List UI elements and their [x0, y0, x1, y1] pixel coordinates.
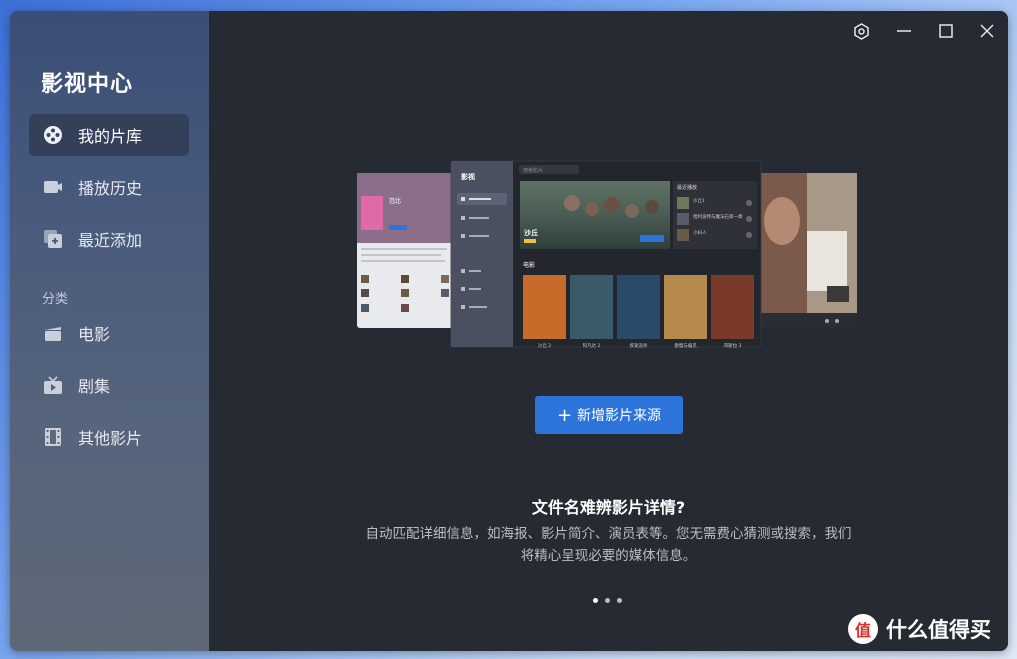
preview-poster-title: 疾速追杀 — [630, 342, 648, 349]
sidebar-item-movies[interactable]: 电影 — [29, 312, 189, 354]
preview-poster-title: 哥斯拉 3 — [724, 342, 742, 349]
plus-icon: + — [556, 404, 573, 426]
add-source-label: 新增影片来源 — [577, 408, 662, 424]
carousel-dot[interactable] — [593, 598, 598, 603]
add-source-button[interactable]: + 新增影片来源 — [535, 396, 683, 434]
close-icon[interactable] — [975, 19, 999, 43]
feature-description: 自动匹配详细信息，如海报、影片简介、演员表等。您无需费心猜测或搜索，我们 将精心… — [349, 523, 868, 567]
preview-recent-item: 沙丘1 — [693, 198, 705, 204]
sidebar-item-label: 电影 — [78, 325, 111, 344]
preview-recent-header: 最近播放 — [677, 184, 697, 191]
film-strip-icon — [42, 426, 64, 448]
minimize-icon[interactable] — [892, 19, 916, 43]
preview-recent-item: 哈利波特与魔法石第一章 — [693, 213, 743, 220]
sidebar-item-label: 最近添加 — [78, 231, 143, 250]
sidebar-item-label: 播放历史 — [78, 179, 143, 198]
carousel-dots — [593, 598, 622, 603]
feature-title: 文件名难辨影片详情? — [531, 498, 686, 517]
sidebar-item-other[interactable]: 其他影片 — [29, 416, 189, 458]
preview-poster-title: 阿凡达 2 — [583, 342, 601, 349]
feature-desc-line: 自动匹配详细信息，如海报、影片简介、演员表等。您无需费心猜测或搜索，我们 — [365, 526, 852, 542]
sidebar-item-label: 我的片库 — [78, 127, 143, 146]
movie-icon — [42, 322, 64, 344]
preview-sidebar-title: 影视 — [461, 172, 475, 181]
maximize-icon[interactable] — [934, 19, 958, 43]
main-content: 芭比 影视 搜索影片 沙丘 最近播放 沙丘1 哈利波特与魔法石第一章 小妇人 电… — [209, 11, 1008, 651]
recently-added-icon — [42, 228, 64, 250]
preview-poster — [523, 275, 566, 339]
settings-icon[interactable] — [849, 19, 873, 43]
preview-recent-item: 小妇人 — [693, 229, 707, 236]
tv-icon — [42, 374, 64, 396]
preview-search: 搜索影片 — [523, 167, 543, 174]
preview-poster — [570, 275, 613, 339]
feature-desc-line: 将精心呈现必要的媒体信息。 — [520, 548, 697, 564]
left-panel-title: 芭比 — [389, 197, 401, 205]
preview-section-movies: 电影 — [523, 261, 535, 269]
category-section-label: 分类 — [42, 292, 69, 307]
app-window: 影视中心 我的片库 播放历史 最近添加 分类 电影 剧集 其他影片 芭比 影视 … — [10, 11, 1008, 651]
film-reel-icon — [42, 124, 64, 146]
preview-featured-title: 沙丘 — [524, 228, 538, 237]
preview-poster — [617, 275, 660, 339]
sidebar-item-history[interactable]: 播放历史 — [29, 166, 189, 208]
sidebar: 影视中心 我的片库 播放历史 最近添加 分类 电影 剧集 其他影片 — [10, 11, 209, 651]
preview-poster-title: 傲慢与偏见 — [674, 342, 697, 349]
feature-preview-illustration: 芭比 影视 搜索影片 沙丘 最近播放 沙丘1 哈利波特与魔法石第一章 小妇人 电… — [357, 151, 857, 351]
sidebar-item-recent[interactable]: 最近添加 — [29, 218, 189, 260]
carousel-dot[interactable] — [617, 598, 622, 603]
carousel-dot[interactable] — [605, 598, 610, 603]
preview-poster — [664, 275, 707, 339]
preview-poster — [711, 275, 754, 339]
sidebar-item-my-library[interactable]: 我的片库 — [29, 114, 189, 156]
sidebar-item-series[interactable]: 剧集 — [29, 364, 189, 406]
watermark-text: 什么值得买 — [886, 618, 991, 642]
watermark-badge: 值 — [848, 614, 878, 644]
watermark: 值 什么值得买 — [848, 614, 991, 644]
history-camera-icon — [42, 176, 64, 198]
preview-poster-title: 沙丘 2 — [538, 343, 551, 349]
sidebar-item-label: 其他影片 — [78, 429, 143, 448]
sidebar-item-label: 剧集 — [78, 377, 111, 396]
app-title: 影视中心 — [41, 72, 134, 97]
